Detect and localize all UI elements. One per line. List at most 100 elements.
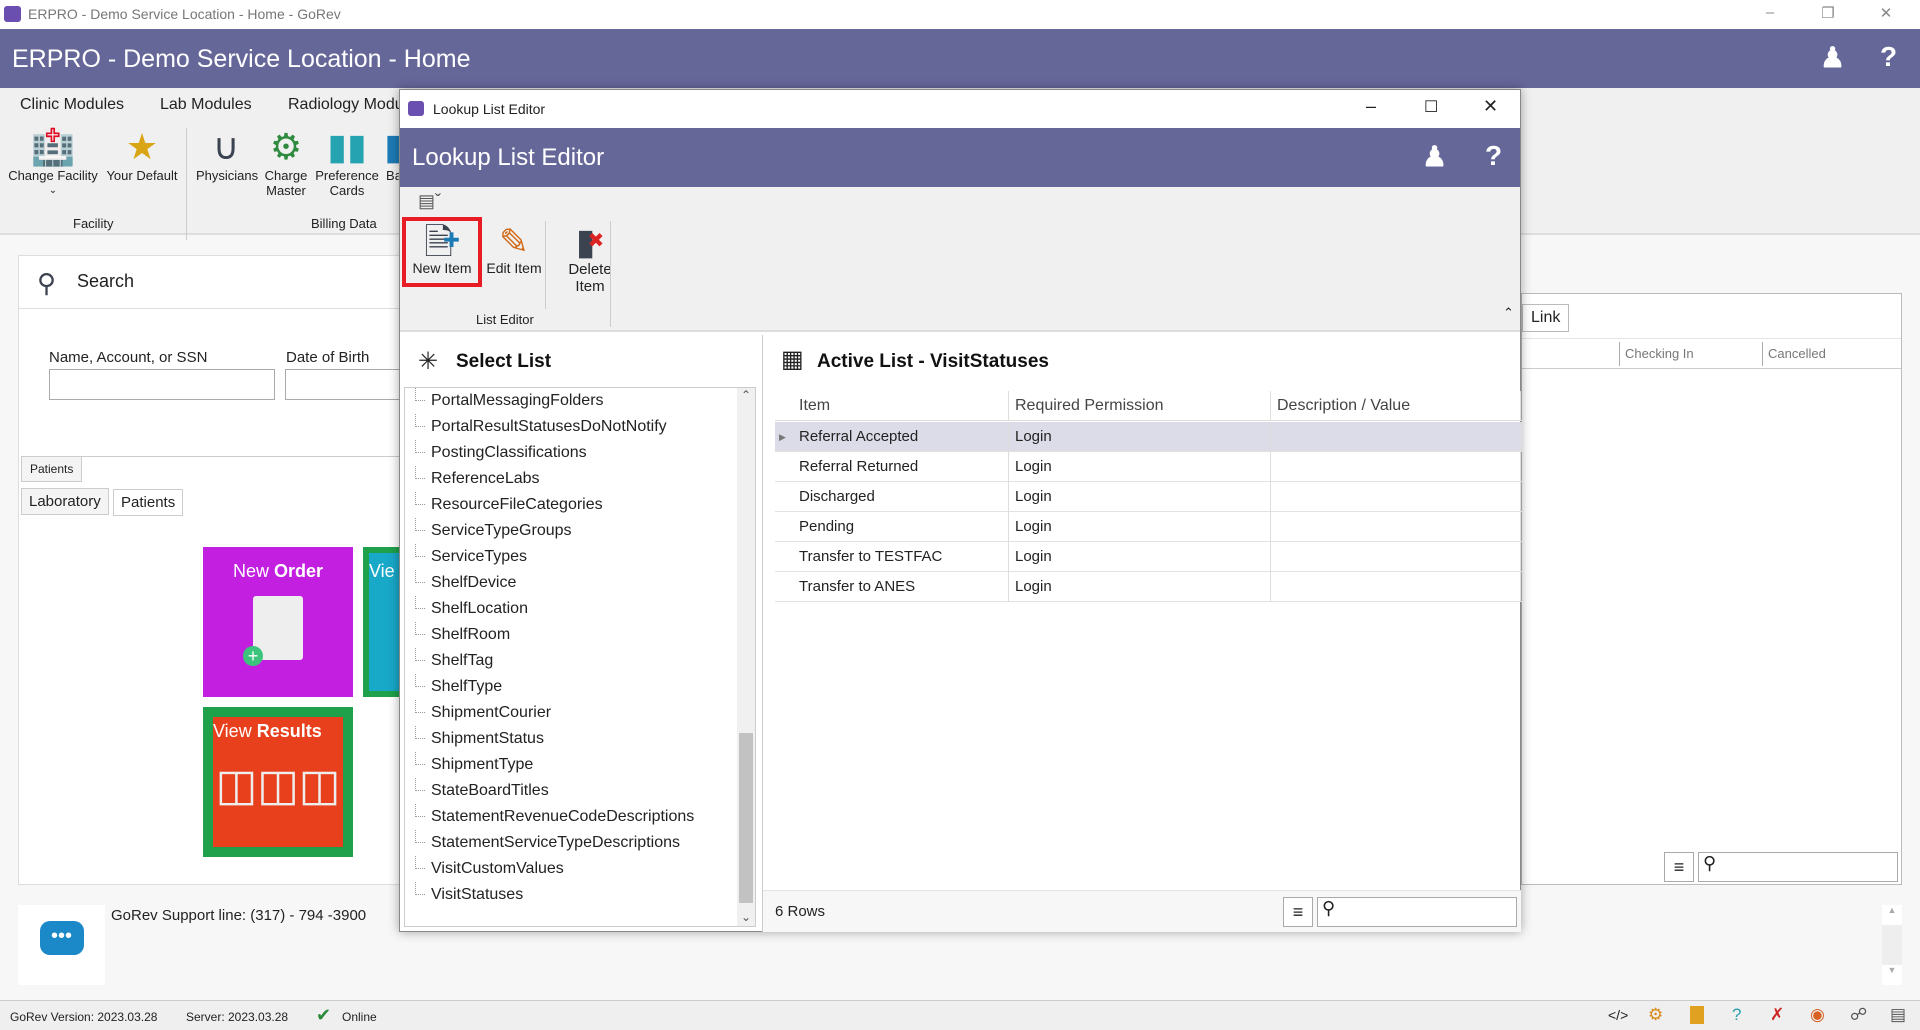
dialog-maximize-button[interactable]: ☐ <box>1424 97 1438 117</box>
list-item[interactable]: ShelfLocation <box>431 596 528 622</box>
test-tubes-icon: ◫◫◫ <box>215 761 341 810</box>
help-button[interactable]: ? <box>1880 41 1897 73</box>
tree-line <box>415 804 425 817</box>
table-row[interactable]: Discharged Login <box>775 482 1522 512</box>
view-results-tile[interactable]: View Results ◫◫◫ <box>203 707 353 857</box>
menu-button[interactable]: ≡ <box>1664 852 1694 882</box>
charge-master-button[interactable]: ⚙ Charge Master <box>260 124 312 198</box>
user-icon[interactable]: ♟ <box>1820 41 1845 74</box>
dialog-close-button[interactable]: ✕ <box>1483 96 1498 117</box>
table-cell <box>1271 512 1521 542</box>
list-item[interactable]: VisitStatuses <box>431 882 523 908</box>
scrollbar[interactable]: ▲ ▼ <box>1882 905 1902 985</box>
list-item[interactable]: PortalResultStatusesDoNotNotify <box>431 414 667 440</box>
user-icon[interactable]: ♟ <box>1422 140 1447 173</box>
list-item[interactable]: ShelfType <box>431 674 502 700</box>
list-item[interactable]: PostingClassifications <box>431 440 587 466</box>
row-indicator-icon: ▶ <box>779 432 786 442</box>
scroll-thumb[interactable] <box>739 733 753 903</box>
page-title: ERPRO - Demo Service Location - Home <box>12 45 471 73</box>
tools-off-icon[interactable]: ✗ <box>1770 1005 1784 1025</box>
name-account-ssn-input[interactable] <box>49 369 275 400</box>
list-scrollbar[interactable]: ⌃ ⌄ <box>737 388 755 926</box>
change-facility-button[interactable]: 🏥 Change Facility ⌄ <box>8 124 98 198</box>
scroll-down-icon[interactable]: ⌄ <box>737 910 755 924</box>
physicians-button[interactable]: ∪ Physicians <box>196 124 258 183</box>
search-icon: ⚲ <box>37 268 57 298</box>
chat-button[interactable]: ••• <box>18 905 105 985</box>
tab-lab-modules[interactable]: Lab Modules <box>160 96 252 114</box>
list-item[interactable]: ReferenceLabs <box>431 466 540 492</box>
list-item[interactable]: PortalMessagingFolders <box>431 388 604 414</box>
gears-icon[interactable]: ⚙ <box>1648 1005 1663 1025</box>
active-list-search-input[interactable]: ⚲ <box>1317 897 1517 927</box>
grid-menu-button[interactable]: ≡ <box>1283 897 1313 927</box>
cards-icon: ▮▮ <box>327 125 367 167</box>
list-item[interactable]: ShipmentStatus <box>431 726 544 752</box>
list-item[interactable]: ShelfRoom <box>431 622 510 648</box>
restore-button[interactable]: ❐ <box>1818 4 1838 22</box>
group-label-billing-data: Billing Data <box>311 216 377 231</box>
new-order-tile[interactable]: New Order + <box>203 547 353 697</box>
table-row[interactable]: Transfer to TESTFAC Login <box>775 542 1522 572</box>
list-item[interactable]: ShipmentCourier <box>431 700 551 726</box>
dob-label: Date of Birth <box>286 349 370 366</box>
list-item[interactable]: ShelfTag <box>431 648 493 674</box>
help-icon[interactable]: ? <box>1732 1005 1741 1025</box>
tree-line <box>415 544 425 557</box>
collapse-ribbon-icon[interactable]: ⌃ <box>1503 305 1514 321</box>
info-icon[interactable]: ▤ <box>1890 1005 1906 1025</box>
list-item[interactable]: VisitCustomValues <box>431 856 564 882</box>
list-item[interactable]: ShelfDevice <box>431 570 516 596</box>
table-row[interactable]: Pending Login <box>775 512 1522 542</box>
list-item[interactable]: ServiceTypes <box>431 544 527 570</box>
table-row[interactable]: Referral Returned Login <box>775 452 1522 482</box>
list-item[interactable]: StatementRevenueCodeDescriptions <box>431 804 694 830</box>
search-icon: ⚲ <box>1703 853 1717 873</box>
tab-patients[interactable]: Patients <box>113 489 184 516</box>
table-row[interactable]: Transfer to ANES Login <box>775 572 1522 602</box>
badge-icon[interactable] <box>1690 1006 1704 1024</box>
document-plus-icon: + <box>243 596 303 666</box>
column-cancelled[interactable]: Cancelled <box>1762 342 1826 366</box>
list-item[interactable]: ShipmentType <box>431 752 533 778</box>
link-icon[interactable]: ☍ <box>1850 1005 1867 1025</box>
list-item[interactable]: ServiceTypeGroups <box>431 518 572 544</box>
minimize-button[interactable]: – <box>1760 4 1780 21</box>
select-list-title: Select List <box>456 351 552 372</box>
new-item-button[interactable]: 🗎 ✚ New Item <box>402 217 482 287</box>
list-item[interactable]: StateBoardTitles <box>431 778 549 804</box>
column-checking-in[interactable]: Checking In <box>1619 342 1694 366</box>
grid-header: Item Required Permission Description / V… <box>775 391 1522 421</box>
support-icon[interactable]: ◉ <box>1810 1005 1825 1025</box>
tab-laboratory[interactable]: Laboratory <box>21 488 109 515</box>
dialog-minimize-button[interactable]: – <box>1366 96 1376 117</box>
code-icon[interactable]: </> <box>1608 1007 1628 1023</box>
tab-radiology-modules[interactable]: Radiology Modu <box>288 96 404 114</box>
column-item[interactable]: Item <box>793 391 1009 421</box>
delete-item-button[interactable]: ▮ ✖ Delete Item <box>550 221 630 295</box>
list-item[interactable]: ResourceFileCategories <box>431 492 603 518</box>
column-description-value[interactable]: Description / Value <box>1271 391 1521 421</box>
dialog-help-button[interactable]: ? <box>1485 140 1502 172</box>
divider <box>610 221 611 327</box>
online-status: Online <box>342 1010 377 1024</box>
star-icon: ★ <box>125 125 159 167</box>
tab-patients-search[interactable]: Patients <box>21 456 83 482</box>
preference-cards-button[interactable]: ▮▮ Preference Cards <box>314 124 380 198</box>
close-button[interactable]: ✕ <box>1876 4 1896 22</box>
list-item[interactable]: StatementServiceTypeDescriptions <box>431 830 680 856</box>
quick-access-icon[interactable]: ▤ˇ <box>418 191 441 212</box>
date-of-birth-input[interactable] <box>285 369 409 400</box>
table-row[interactable]: ▶ Referral Accepted Login <box>775 422 1522 452</box>
table-cell: Referral Returned <box>793 452 1009 482</box>
your-default-button[interactable]: ★ Your Default <box>104 124 180 183</box>
scroll-up-icon[interactable]: ⌃ <box>737 388 755 402</box>
grid-search-input[interactable]: ⚲ <box>1698 852 1898 882</box>
tab-clinic-modules[interactable]: Clinic Modules <box>20 96 124 114</box>
column-required-permission[interactable]: Required Permission <box>1009 391 1271 421</box>
link-button[interactable]: Link <box>1522 304 1570 332</box>
table-cell <box>1271 452 1521 482</box>
edit-item-button[interactable]: ✎ Edit Item <box>484 221 544 276</box>
search-icon: ⚲ <box>1322 898 1336 918</box>
